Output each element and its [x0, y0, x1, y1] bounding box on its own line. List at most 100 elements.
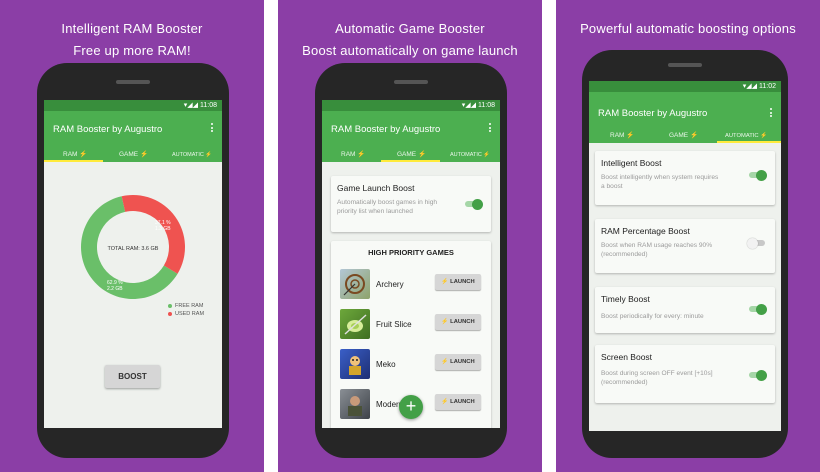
- overflow-menu-icon[interactable]: [210, 123, 214, 134]
- option-card-intelligent-boost: Intelligent Boost Boost intelligently wh…: [595, 151, 775, 205]
- lightning-bolt-icon: ⚡: [441, 319, 449, 325]
- phone-frame: ▾◢◢ 11:08 RAM Booster by Augustro RAM ⚡ …: [315, 63, 507, 458]
- game-name: Archery: [376, 280, 404, 289]
- caption-line-1: Powerful automatic boosting options: [580, 21, 796, 36]
- card-title: Timely Boost: [601, 294, 650, 304]
- lightning-bolt-icon: ⚡: [483, 152, 491, 158]
- app-bar: RAM Booster by Augustro RAM ⚡ GAME ⚡ AUT…: [44, 111, 222, 162]
- wifi-icon: ▾◢◢: [461, 102, 478, 109]
- promo-panel-ram: Intelligent RAM Booster Free up more RAM…: [0, 0, 264, 472]
- speaker-grille: [668, 63, 702, 67]
- lightning-bolt-icon: ⚡: [139, 151, 149, 158]
- ram-donut-chart: TOTAL RAM: 3.6 GB 37.1 % 1.3 GB 62.9 % 2…: [81, 195, 185, 299]
- screen-boost-toggle[interactable]: [749, 369, 767, 381]
- lightning-bolt-icon: ⚡: [357, 151, 366, 158]
- legend-free-ram: FREE RAM: [168, 303, 203, 309]
- card-description: Boost during screen OFF event [+10s] (re…: [601, 370, 713, 386]
- lightning-bolt-icon: ⚡: [441, 399, 449, 405]
- tab-bar: RAM ⚡ GAME ⚡ AUTOMATIC ⚡: [589, 125, 781, 143]
- status-time: 11:08: [200, 102, 217, 109]
- app-bar: RAM Booster by Augustro RAM ⚡ GAME ⚡ AUT…: [322, 111, 500, 162]
- modern-game-icon: [340, 389, 370, 419]
- phone-frame: ▾◢◢ 11:08 RAM Booster by Augustro RAM ⚡ …: [37, 63, 229, 458]
- launch-button[interactable]: ⚡ LAUNCH: [435, 314, 481, 330]
- overflow-menu-icon[interactable]: [488, 123, 492, 134]
- fruit-slice-game-icon: [340, 309, 370, 339]
- phone-screen: ▾◢◢ 11:08 RAM Booster by Augustro RAM ⚡ …: [322, 100, 500, 428]
- game-row-archery[interactable]: Archery ⚡ LAUNCH: [331, 269, 491, 305]
- high-priority-header: HIGH PRIORITY GAMES: [368, 248, 454, 257]
- tab-game[interactable]: GAME ⚡: [119, 150, 148, 158]
- game-launch-boost-toggle[interactable]: [465, 198, 483, 210]
- lightning-bolt-icon: ⚡: [626, 132, 635, 139]
- archery-game-icon: [340, 269, 370, 299]
- add-game-fab[interactable]: +: [399, 395, 423, 419]
- legend-dot: [168, 303, 172, 308]
- tab-label: GAME: [119, 151, 139, 158]
- status-bar: ▾◢◢ 11:08: [44, 100, 222, 111]
- status-time: 11:02: [759, 83, 776, 90]
- used-gb-label: 1.3 GB: [155, 226, 171, 232]
- game-row-fruit-slice[interactable]: Fruit Slice ⚡ LAUNCH: [331, 309, 491, 345]
- caption-line-1: Automatic Game Booster: [335, 21, 485, 36]
- tab-ram[interactable]: RAM ⚡: [63, 150, 87, 158]
- boost-button[interactable]: BOOST: [105, 365, 160, 388]
- lightning-bolt-icon: ⚡: [441, 359, 449, 365]
- tab-automatic[interactable]: AUTOMATIC ⚡: [450, 152, 490, 158]
- option-card-ram-percentage-boost: RAM Percentage Boost Boost when RAM usag…: [595, 219, 775, 273]
- launch-label: LAUNCH: [450, 359, 475, 365]
- total-ram-label: TOTAL RAM: 3.6 GB: [108, 246, 159, 252]
- free-gb-label: 2.2 GB: [107, 286, 123, 292]
- timely-boost-toggle[interactable]: [749, 303, 767, 315]
- tab-indicator: [381, 160, 440, 162]
- app-title: RAM Booster by Augustro: [331, 124, 441, 135]
- phone-screen: ▾◢◢ 11:02 RAM Booster by Augustro RAM ⚡ …: [589, 81, 781, 431]
- screenshot-collage: Intelligent RAM Booster Free up more RAM…: [0, 0, 820, 472]
- tab-automatic[interactable]: AUTOMATIC ⚡: [725, 133, 767, 139]
- app-title: RAM Booster by Augustro: [53, 124, 163, 135]
- speaker-grille: [394, 80, 428, 84]
- tab-ram[interactable]: RAM ⚡: [341, 150, 365, 158]
- used-ram-segment: [121, 195, 185, 274]
- tab-label: AUTOMATIC: [172, 152, 204, 158]
- option-card-timely-boost: Timely Boost Boost periodically for ever…: [595, 287, 775, 333]
- tab-label: GAME: [669, 132, 689, 139]
- legend-used-ram: USED RAM: [168, 311, 204, 317]
- tab-game[interactable]: GAME ⚡: [397, 150, 426, 158]
- tab-label: RAM: [610, 132, 625, 139]
- legend-dot: [168, 311, 172, 316]
- card-description: Boost periodically for every: minute: [601, 313, 704, 320]
- card-description: Boost intelligently when system requires…: [601, 174, 719, 190]
- speaker-grille: [116, 80, 150, 84]
- card-description: Automatically boost games in high priori…: [337, 199, 438, 215]
- overflow-menu-icon[interactable]: [769, 108, 773, 119]
- lightning-bolt-icon: ⚡: [79, 151, 88, 158]
- legend-label: FREE RAM: [175, 303, 204, 309]
- card-title: Intelligent Boost: [601, 158, 662, 168]
- card-title: Game Launch Boost: [337, 183, 415, 193]
- app-title: RAM Booster by Augustro: [598, 108, 708, 119]
- tab-label: RAM: [341, 151, 356, 158]
- lightning-bolt-icon: ⚡: [441, 279, 449, 285]
- launch-label: LAUNCH: [450, 399, 475, 405]
- wifi-icon: ▾◢◢: [742, 83, 759, 90]
- game-row-meko[interactable]: Meko ⚡ LAUNCH: [331, 349, 491, 385]
- lightning-bolt-icon: ⚡: [205, 152, 213, 158]
- wifi-icon: ▾◢◢: [183, 102, 200, 109]
- launch-label: LAUNCH: [450, 319, 475, 325]
- launch-button[interactable]: ⚡ LAUNCH: [435, 274, 481, 290]
- tab-automatic[interactable]: AUTOMATIC ⚡: [172, 152, 212, 158]
- launch-label: LAUNCH: [450, 279, 475, 285]
- tab-ram[interactable]: RAM ⚡: [610, 131, 634, 139]
- tab-label: GAME: [397, 151, 417, 158]
- phone-screen: ▾◢◢ 11:08 RAM Booster by Augustro RAM ⚡ …: [44, 100, 222, 428]
- intelligent-boost-toggle[interactable]: [749, 169, 767, 181]
- phone-frame: ▾◢◢ 11:02 RAM Booster by Augustro RAM ⚡ …: [582, 50, 788, 458]
- launch-button[interactable]: ⚡ LAUNCH: [435, 354, 481, 370]
- tab-label: RAM: [63, 151, 78, 158]
- caption-line-2: Boost automatically on game launch: [302, 43, 518, 58]
- ram-percentage-boost-toggle[interactable]: [747, 237, 765, 249]
- lightning-bolt-icon: ⚡: [417, 151, 427, 158]
- tab-game[interactable]: GAME ⚡: [669, 131, 698, 139]
- launch-button[interactable]: ⚡ LAUNCH: [435, 394, 481, 410]
